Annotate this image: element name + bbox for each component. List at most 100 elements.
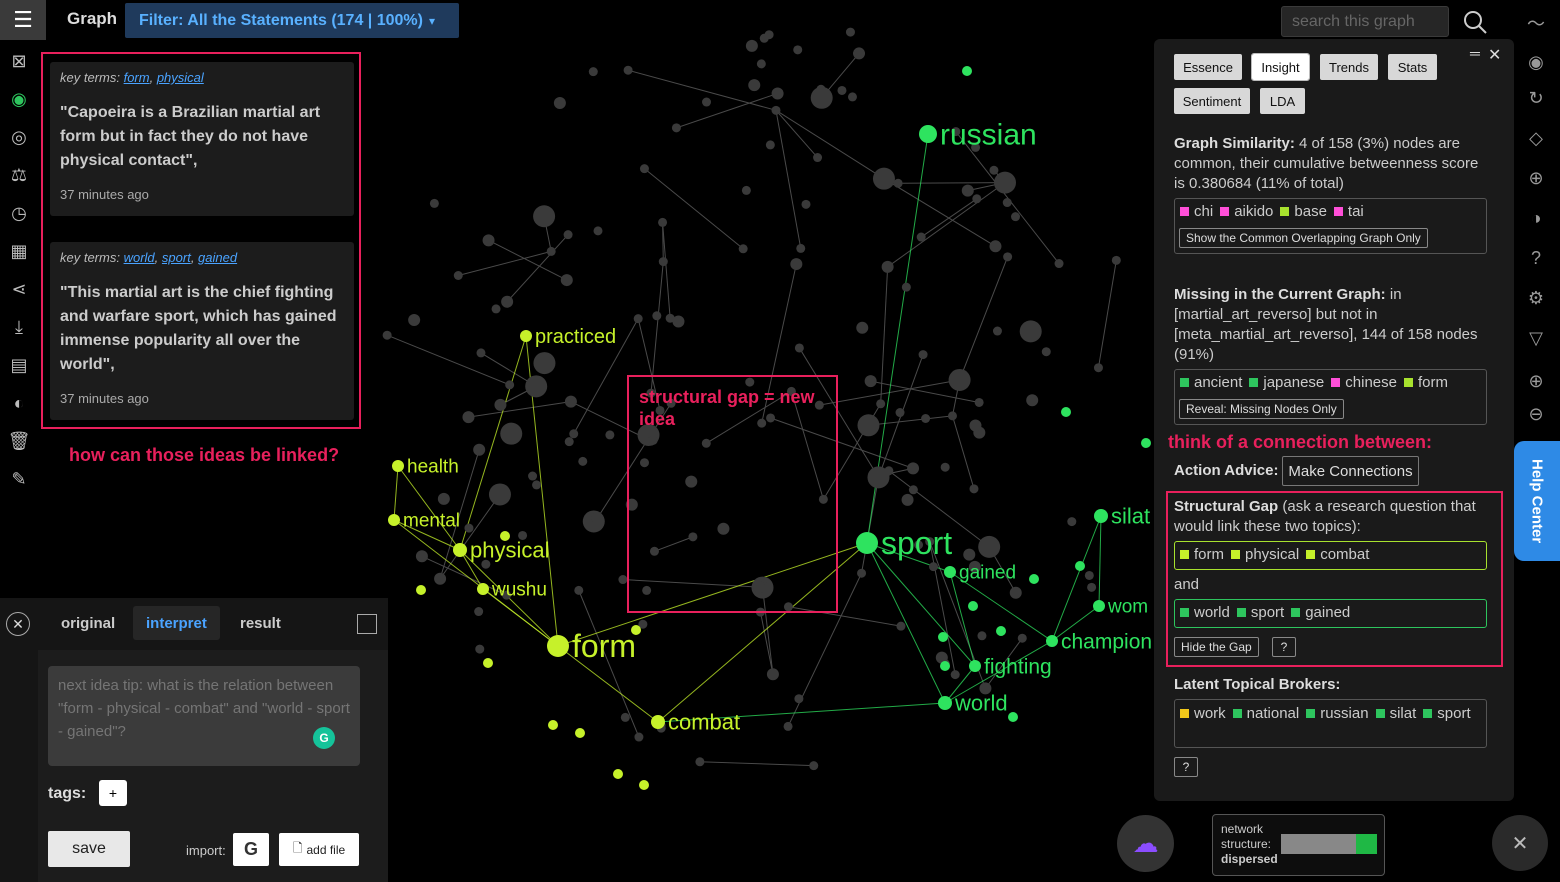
graph-node[interactable]	[745, 39, 758, 52]
key-term-link[interactable]: form	[124, 70, 150, 85]
graph-node[interactable]	[1003, 252, 1013, 262]
graph-node[interactable]	[494, 398, 507, 411]
graph-node[interactable]	[748, 79, 761, 92]
term-chip[interactable]: form	[1403, 374, 1448, 391]
panel-menu-icon[interactable]: ═	[1470, 45, 1480, 61]
graph-node-label[interactable]: russian	[940, 119, 1037, 152]
tab-lda[interactable]: LDA	[1260, 88, 1305, 114]
graph-node[interactable]	[533, 205, 556, 228]
add-tag-button[interactable]: +	[99, 780, 127, 806]
graph-node[interactable]	[940, 462, 950, 472]
term-chip[interactable]: physical	[1231, 546, 1299, 563]
graph-node[interactable]	[1087, 582, 1097, 592]
graph-node[interactable]	[575, 728, 585, 738]
graph-node[interactable]	[801, 199, 811, 209]
graph-node[interactable]	[901, 493, 914, 506]
graph-node[interactable]	[738, 244, 748, 254]
graph-node[interactable]	[658, 257, 668, 267]
graph-node[interactable]	[483, 658, 493, 668]
brokers-help-button[interactable]: ?	[1174, 757, 1198, 777]
term-chip[interactable]: aikido	[1220, 203, 1273, 220]
graph-node[interactable]	[1026, 394, 1039, 407]
graph-node[interactable]	[605, 430, 615, 440]
graph-node[interactable]	[918, 350, 928, 360]
make-connections-button[interactable]: Make Connections	[1282, 456, 1419, 486]
save-button[interactable]: save	[48, 831, 130, 867]
graph-node[interactable]	[464, 523, 474, 533]
graph-node[interactable]	[845, 27, 855, 37]
graph-node[interactable]	[895, 408, 905, 418]
tab-original[interactable]: original	[48, 606, 128, 640]
graph-node[interactable]	[893, 178, 903, 188]
graph-node[interactable]	[765, 140, 775, 150]
menu-button[interactable]: ☰	[0, 0, 46, 40]
graph-node[interactable]	[491, 304, 501, 314]
graph-node[interactable]	[453, 270, 463, 280]
statement-card[interactable]: key terms: world, sport, gained "This ma…	[50, 242, 354, 420]
graph-node[interactable]	[783, 721, 793, 731]
graph-node[interactable]	[837, 85, 847, 95]
search-input[interactable]	[1281, 6, 1449, 37]
graph-node[interactable]	[1141, 438, 1151, 448]
graph-node[interactable]	[1054, 259, 1064, 269]
graph-node[interactable]	[547, 635, 569, 657]
graph-node-label[interactable]: gained	[959, 563, 1016, 584]
term-chip[interactable]: ancient	[1180, 374, 1242, 391]
graph-node[interactable]	[415, 550, 428, 563]
graph-node[interactable]	[1093, 600, 1105, 612]
graph-node[interactable]	[1067, 517, 1077, 527]
graph-node[interactable]	[546, 246, 556, 256]
pen-icon[interactable]: ✎	[0, 460, 38, 498]
graph-node[interactable]	[477, 583, 489, 595]
graph-node[interactable]	[475, 644, 485, 654]
key-term-link[interactable]: sport	[162, 250, 191, 265]
tab-trends[interactable]: Trends	[1320, 54, 1378, 80]
graph-node[interactable]	[633, 314, 643, 324]
close-icon[interactable]: ✕	[6, 612, 30, 636]
filter-dropdown[interactable]: Filter: All the Statements (174 | 100%) …	[125, 3, 459, 38]
graph-node[interactable]	[996, 626, 1006, 636]
zoom-out-icon[interactable]: ⊖	[1520, 399, 1552, 429]
graph-node[interactable]	[429, 198, 439, 208]
graph-node[interactable]	[989, 165, 999, 175]
ai-assistant-button[interactable]: ☁	[1117, 815, 1174, 872]
graph-node[interactable]	[969, 484, 979, 494]
graph-node[interactable]	[919, 125, 937, 143]
graph-node[interactable]	[977, 631, 987, 641]
idea-textarea[interactable]	[48, 666, 360, 766]
reveal-missing-button[interactable]: Reveal: Missing Nodes Only	[1179, 399, 1344, 419]
graph-node[interactable]	[574, 585, 584, 595]
show-common-graph-button[interactable]: Show the Common Overlapping Graph Only	[1179, 228, 1428, 248]
tab-interpret[interactable]: interpret	[133, 606, 220, 640]
contrast-icon[interactable]: ◑	[1520, 203, 1552, 233]
graph-node[interactable]	[548, 720, 558, 730]
graph-node[interactable]	[969, 419, 982, 432]
graph-node[interactable]	[968, 601, 978, 611]
graph-node[interactable]	[938, 632, 948, 642]
graph-node-label[interactable]: mental	[403, 511, 460, 532]
graph-node[interactable]	[553, 97, 566, 110]
gap-help-button[interactable]: ?	[1272, 637, 1296, 657]
term-chip[interactable]: silat	[1375, 704, 1416, 724]
graph-node[interactable]	[416, 585, 426, 595]
graph-node[interactable]	[560, 274, 573, 287]
graph-node[interactable]	[1019, 320, 1042, 343]
graph-node-label[interactable]: combat	[668, 710, 740, 735]
graph-node-label[interactable]: practiced	[535, 326, 616, 348]
graph-node[interactable]	[1009, 586, 1022, 599]
graph-node[interactable]	[1002, 198, 1012, 208]
graph-node[interactable]	[437, 492, 450, 505]
graph-node[interactable]	[962, 66, 972, 76]
graph-node[interactable]	[476, 348, 486, 358]
graph-node[interactable]	[671, 123, 681, 133]
graph-node[interactable]	[908, 485, 918, 495]
graph-node[interactable]	[473, 443, 486, 456]
graph-node-label[interactable]: champion	[1061, 630, 1152, 653]
graph-node-label[interactable]: fighting	[984, 655, 1052, 678]
graph-node[interactable]	[578, 456, 588, 466]
statement-card[interactable]: key terms: form, physical "Capoeira is a…	[50, 62, 354, 216]
graph-node[interactable]	[771, 105, 781, 115]
graph-node[interactable]	[1011, 212, 1021, 222]
graph-node[interactable]	[809, 761, 819, 771]
graph-node-label[interactable]: sport	[881, 525, 952, 561]
